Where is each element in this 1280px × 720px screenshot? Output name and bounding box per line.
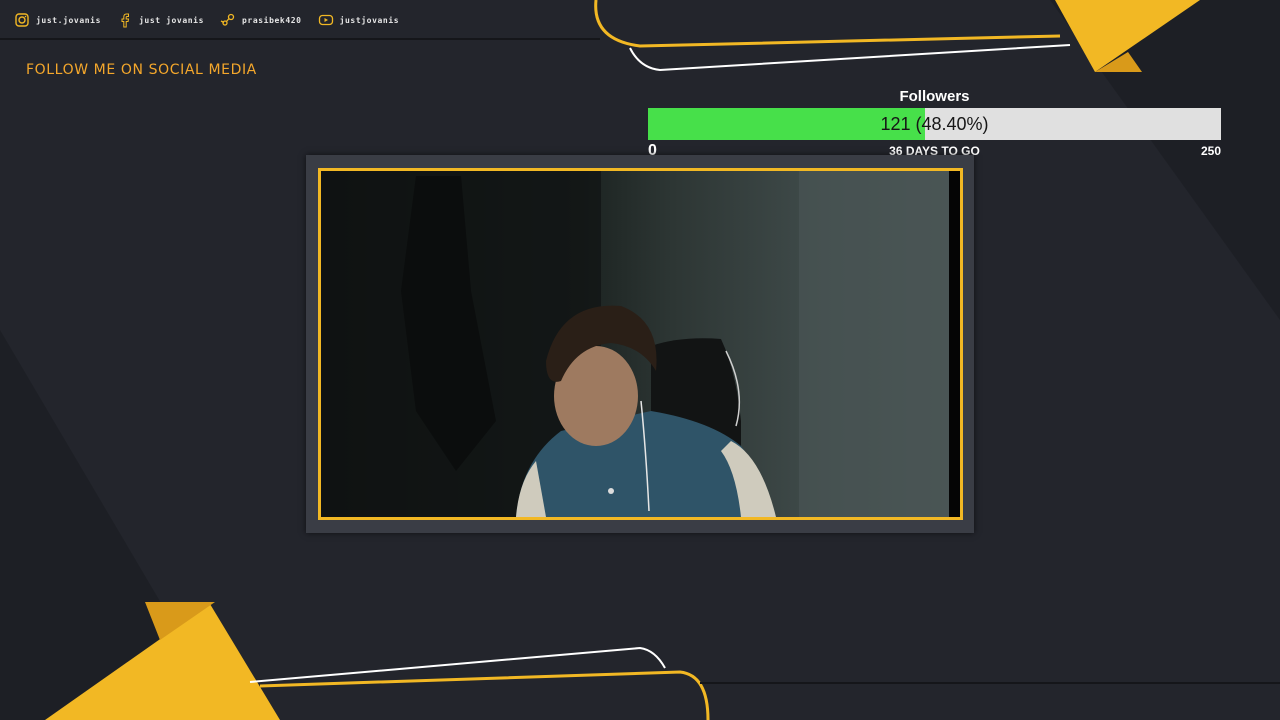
social-item-facebook[interactable]: just jovanis	[117, 12, 204, 28]
social-item-instagram[interactable]: just.jovanis	[14, 12, 101, 28]
facebook-icon	[117, 12, 133, 28]
social-item-steam[interactable]: prasibek420	[220, 12, 302, 28]
instagram-icon	[14, 12, 30, 28]
social-label-steam: prasibek420	[242, 15, 302, 25]
social-label-facebook: just jovanis	[139, 15, 204, 25]
social-label-instagram: just.jovanis	[36, 15, 101, 25]
social-bar: just.jovanis just jovanis prasibek420 ju…	[0, 0, 1280, 40]
steam-icon	[220, 12, 236, 28]
goal-title: Followers	[899, 88, 970, 105]
goal-progress-bar: 121 (48.40%)	[648, 108, 1221, 140]
goal-value: 121 (48.40%)	[880, 114, 989, 134]
webcam-feed	[321, 171, 960, 517]
goal-max-label: 250	[1200, 144, 1221, 158]
follow-title: FOLLOW ME ON SOCIAL MEDIA	[26, 62, 257, 78]
youtube-icon	[318, 12, 334, 28]
social-item-youtube[interactable]: justjovanis	[318, 12, 400, 28]
webcam-frame	[318, 168, 963, 520]
social-label-youtube: justjovanis	[339, 15, 400, 25]
followers-goal-widget: Followers 121 (48.40%) 0 36 DAYS TO GO 2…	[648, 86, 1221, 166]
